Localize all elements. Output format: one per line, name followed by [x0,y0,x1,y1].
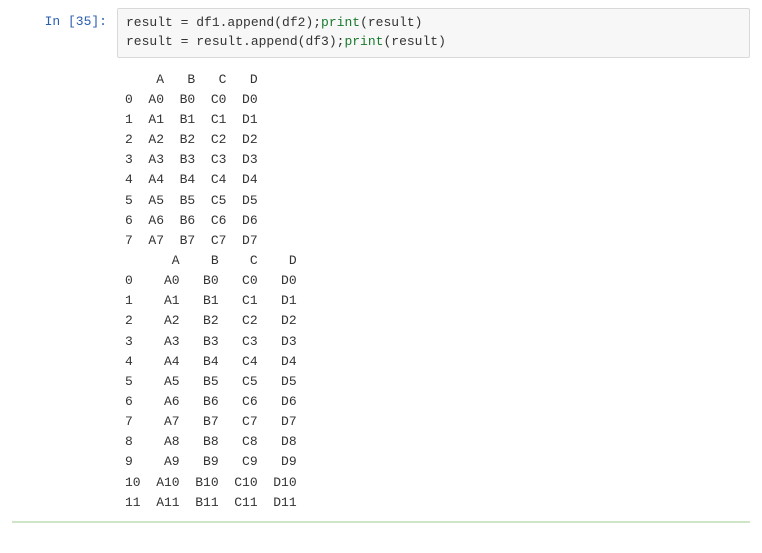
code-input[interactable]: result = df1.append(df2);print(result) r… [117,8,750,58]
code-line-2: result = result.append(df3);print(result… [126,34,446,49]
input-cell: In [35]: result = df1.append(df2);print(… [12,8,750,58]
output-area: A B C D 0 A0 B0 C0 D0 1 A1 B1 C1 D1 2 A2… [117,64,750,515]
cell-bottom-border [12,521,750,523]
input-prompt: In [35]: [12,8,117,29]
code-line-1: result = df1.append(df2);print(result) [126,15,422,30]
